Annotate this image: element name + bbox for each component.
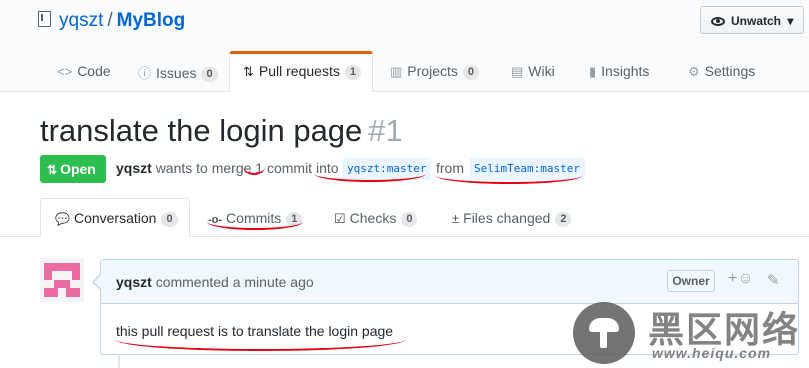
tab-label: Pull requests [258,63,340,79]
repo-owner-link[interactable]: yqszt [59,10,103,31]
annotation-underline [207,220,303,230]
identicon-block [44,288,58,297]
add-reaction-icon[interactable]: +☺ [728,270,754,288]
tab-checks[interactable]: ☑ Checks 0 [334,210,418,227]
pr-merge-summary: yqszt wants to merge 1 commit into [116,160,339,176]
timeline-line [118,354,120,368]
repo-separator: / [107,10,113,31]
comment-time: commented a minute ago [155,274,314,290]
unwatch-button[interactable]: Unwatch ▾ [700,6,804,34]
tab-settings[interactable]: ⚙ Settings [688,63,755,80]
comment-meta: yqszt commented a minute ago [116,274,314,290]
tab-count: 0 [401,212,418,227]
issue-icon: ⓘ [138,66,152,81]
pr-title-text: translate the login page [40,113,363,148]
pr-state-badge: ⇅ Open [40,155,106,183]
tab-insights[interactable]: ▮ Insights [589,63,649,80]
checklist-icon: ☑ [334,211,346,226]
pr-state-label: Open [60,161,96,177]
tab-label: Conversation [73,210,157,226]
tab-label: Insights [601,63,650,79]
watermark-url: www.heiqu.com [652,345,772,361]
pr-author-link[interactable]: yqszt [116,160,152,176]
avatar[interactable] [40,258,84,302]
pr-title: translate the login page #1 [40,113,403,149]
git-pull-request-icon: ⇅ [47,163,58,177]
tab-count: 2 [555,212,572,227]
project-icon: ▥ [390,64,403,79]
tab-projects[interactable]: ▥ Projects 0 [390,63,479,80]
tab-label: Files changed [463,210,551,226]
diff-icon: ± [452,211,460,226]
tab-count: 0 [161,212,178,227]
tab-count: 0 [201,67,218,82]
unwatch-label: Unwatch [731,14,782,28]
tab-label: Projects [407,63,458,79]
identicon-block [54,280,70,288]
tab-wiki[interactable]: ▤ Wiki [511,63,555,80]
tab-label: Issues [156,65,197,81]
repo-name-link[interactable]: MyBlog [117,10,186,31]
tab-files-changed[interactable]: ± Files changed 2 [452,210,572,227]
tab-label: Code [77,63,111,79]
eye-icon [711,17,725,26]
comment-discussion-icon: 💬 [55,212,70,226]
owner-badge: Owner [667,270,715,292]
identicon-block [44,271,52,280]
identicon-block [44,263,80,271]
git-pull-request-icon: ⇅ [243,64,254,79]
repo-title: yqszt / MyBlog [38,10,185,32]
comment-header: yqszt commented a minute ago Owner +☺ ✎ [101,260,798,304]
tab-issues[interactable]: ⓘ Issues 0 [138,63,218,82]
gear-icon: ⚙ [688,64,700,79]
comment-author-link[interactable]: yqszt [116,274,152,290]
comment-arrow-fill [94,275,101,289]
repo-icon [38,11,51,27]
tab-pull-requests[interactable]: ⇅ Pull requests 1 [243,63,361,80]
tab-label: Wiki [528,63,555,79]
tab-conversation[interactable]: 💬 Conversation 0 [55,210,178,227]
tab-count: 0 [462,65,479,80]
watermark-mushroom-stem [600,330,607,348]
code-icon: <> [57,64,73,79]
identicon-block [72,271,80,280]
tab-code[interactable]: <> Code [57,63,111,79]
tab-label: Checks [349,210,397,226]
identicon-block [66,288,80,297]
book-icon: ▤ [511,64,524,79]
annotation-underline [314,172,426,182]
graph-icon: ▮ [589,64,597,79]
tab-count: 1 [344,65,361,80]
annotation-underline [436,174,582,184]
pencil-icon[interactable]: ✎ [767,271,780,289]
tab-label: Settings [704,63,756,79]
pr-number: #1 [368,113,403,148]
chevron-down-icon: ▾ [787,14,794,28]
